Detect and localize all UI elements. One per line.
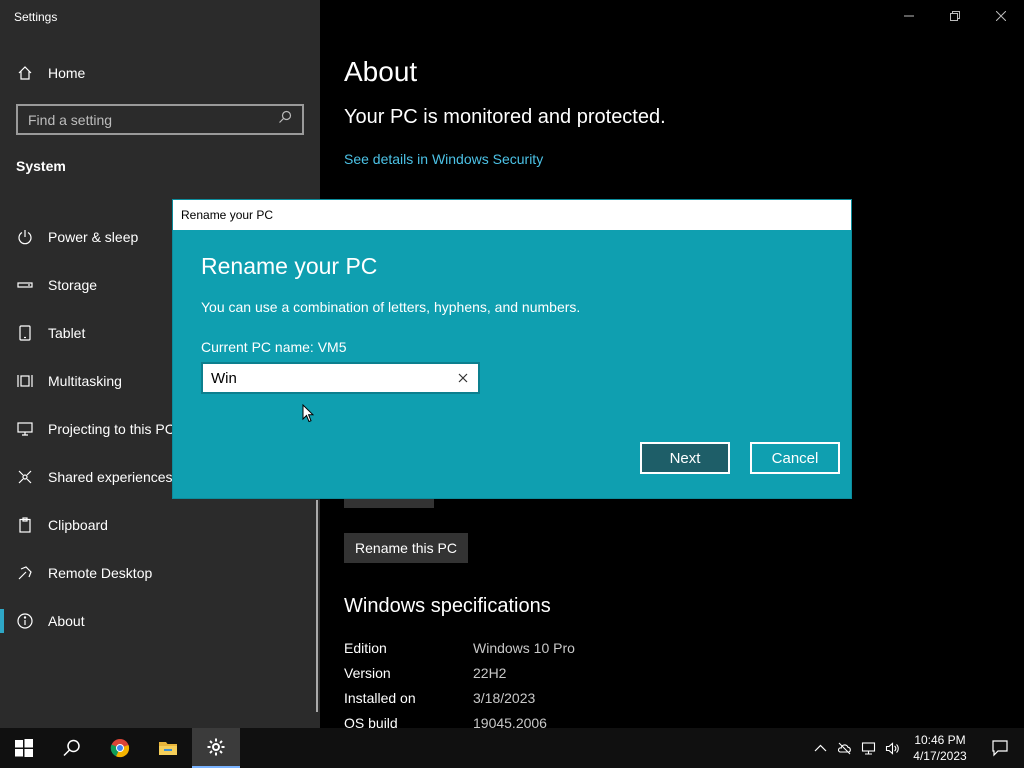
sidebar-scrollbar[interactable] (316, 500, 318, 712)
app-title: Settings (14, 10, 58, 24)
settings-search-box[interactable] (16, 104, 304, 135)
dialog-heading: Rename your PC (201, 253, 378, 279)
restore-icon (950, 11, 960, 21)
notification-icon (992, 740, 1008, 757)
nav-home[interactable]: Home (0, 56, 320, 90)
close-icon (996, 11, 1006, 21)
tablet-icon (0, 325, 48, 341)
home-icon (0, 65, 48, 81)
sidebar-item-label: Shared experiences (48, 469, 173, 485)
chrome-taskbar-button[interactable] (96, 728, 144, 768)
system-tray: 10:46 PM 4/17/2023 (808, 728, 1024, 768)
start-button[interactable] (0, 728, 48, 768)
settings-icon (207, 738, 225, 756)
clock-time: 10:46 PM (914, 733, 966, 747)
volume-icon (885, 741, 899, 755)
sidebar-item-label: Multitasking (48, 373, 122, 389)
cloud-offline-icon (837, 742, 851, 754)
sidebar-item-label: Power & sleep (48, 229, 139, 245)
sidebar-item-clipboard[interactable]: Clipboard (0, 501, 320, 549)
taskbar-search-button[interactable] (48, 728, 96, 768)
window-controls (886, 0, 1024, 32)
taskbar: 10:46 PM 4/17/2023 (0, 728, 1024, 768)
shared-experiences-icon (0, 469, 48, 485)
restore-button[interactable] (932, 0, 978, 32)
settings-taskbar-button[interactable] (192, 728, 240, 768)
start-icon (15, 739, 33, 757)
spec-key: Installed on (344, 690, 416, 706)
close-button[interactable] (978, 0, 1024, 32)
mouse-cursor-icon (302, 404, 314, 423)
show-hidden-icons-button[interactable] (808, 728, 832, 768)
spec-key: Version (344, 665, 391, 681)
sidebar-item-label: Storage (48, 277, 98, 293)
spec-row: Edition Windows 10 Pro (344, 640, 575, 665)
search-input[interactable] (28, 111, 278, 128)
search-icon (63, 739, 80, 757)
sidebar-item-label: Remote Desktop (48, 565, 153, 581)
onedrive-tray-button[interactable] (832, 728, 856, 768)
rename-pc-button[interactable]: Rename this PC (344, 533, 468, 563)
windows-security-link[interactable]: See details in Windows Security (344, 151, 543, 167)
storage-icon (0, 277, 48, 293)
clock-date: 4/17/2023 (913, 749, 967, 763)
network-tray-button[interactable] (856, 728, 880, 768)
current-pc-name: Current PC name: VM5 (201, 339, 347, 355)
power-icon (0, 229, 48, 245)
page-title: About (344, 56, 418, 87)
sidebar-item-label: About (48, 613, 85, 629)
section-title: System (16, 158, 66, 174)
windows-specifications-title: Windows specifications (344, 595, 551, 617)
minimize-button[interactable] (886, 0, 932, 32)
spec-key: Edition (344, 640, 387, 656)
protection-status: Your PC is monitored and protected. (344, 106, 666, 128)
dialog-description: You can use a combination of letters, hy… (201, 299, 581, 315)
spec-value: 22H2 (473, 665, 507, 681)
sidebar-item-remote-desktop[interactable]: Remote Desktop (0, 549, 320, 597)
taskbar-clock[interactable]: 10:46 PM 4/17/2023 (904, 732, 976, 764)
remote-desktop-icon (0, 565, 48, 581)
info-icon (0, 613, 48, 629)
pc-name-field[interactable] (201, 362, 480, 394)
network-icon (861, 741, 875, 755)
volume-tray-button[interactable] (880, 728, 904, 768)
clipboard-icon (0, 517, 48, 533)
search-icon[interactable] (278, 110, 292, 129)
sidebar-item-about[interactable]: About (0, 597, 320, 645)
file-explorer-taskbar-button[interactable] (144, 728, 192, 768)
file-explorer-icon (159, 742, 177, 755)
spec-value: Windows 10 Pro (473, 640, 575, 656)
action-center-button[interactable] (976, 728, 1024, 768)
pc-name-input[interactable] (211, 369, 456, 387)
spec-row: Version 22H2 (344, 665, 575, 690)
rename-dialog: Rename your PC Rename your PC You can us… (172, 199, 852, 499)
chrome-icon (110, 739, 130, 758)
minimize-icon (904, 15, 914, 17)
clear-icon[interactable] (456, 371, 470, 385)
cancel-button[interactable]: Cancel (750, 442, 840, 474)
sidebar-item-label: Tablet (48, 325, 86, 341)
sidebar-item-label: Projecting to this PC (48, 421, 175, 437)
multitasking-icon (0, 373, 48, 389)
projecting-icon (0, 421, 48, 437)
spec-value: 3/18/2023 (473, 690, 536, 706)
nav-home-label: Home (48, 65, 86, 81)
chevron-up-icon (814, 744, 826, 751)
next-button[interactable]: Next (640, 442, 730, 474)
spec-row: Installed on 3/18/2023 (344, 690, 575, 715)
spec-table: Edition Windows 10 Pro Version 22H2 Inst… (344, 640, 575, 740)
sidebar-item-label: Clipboard (48, 517, 108, 533)
dialog-titlebar[interactable]: Rename your PC (173, 200, 851, 230)
